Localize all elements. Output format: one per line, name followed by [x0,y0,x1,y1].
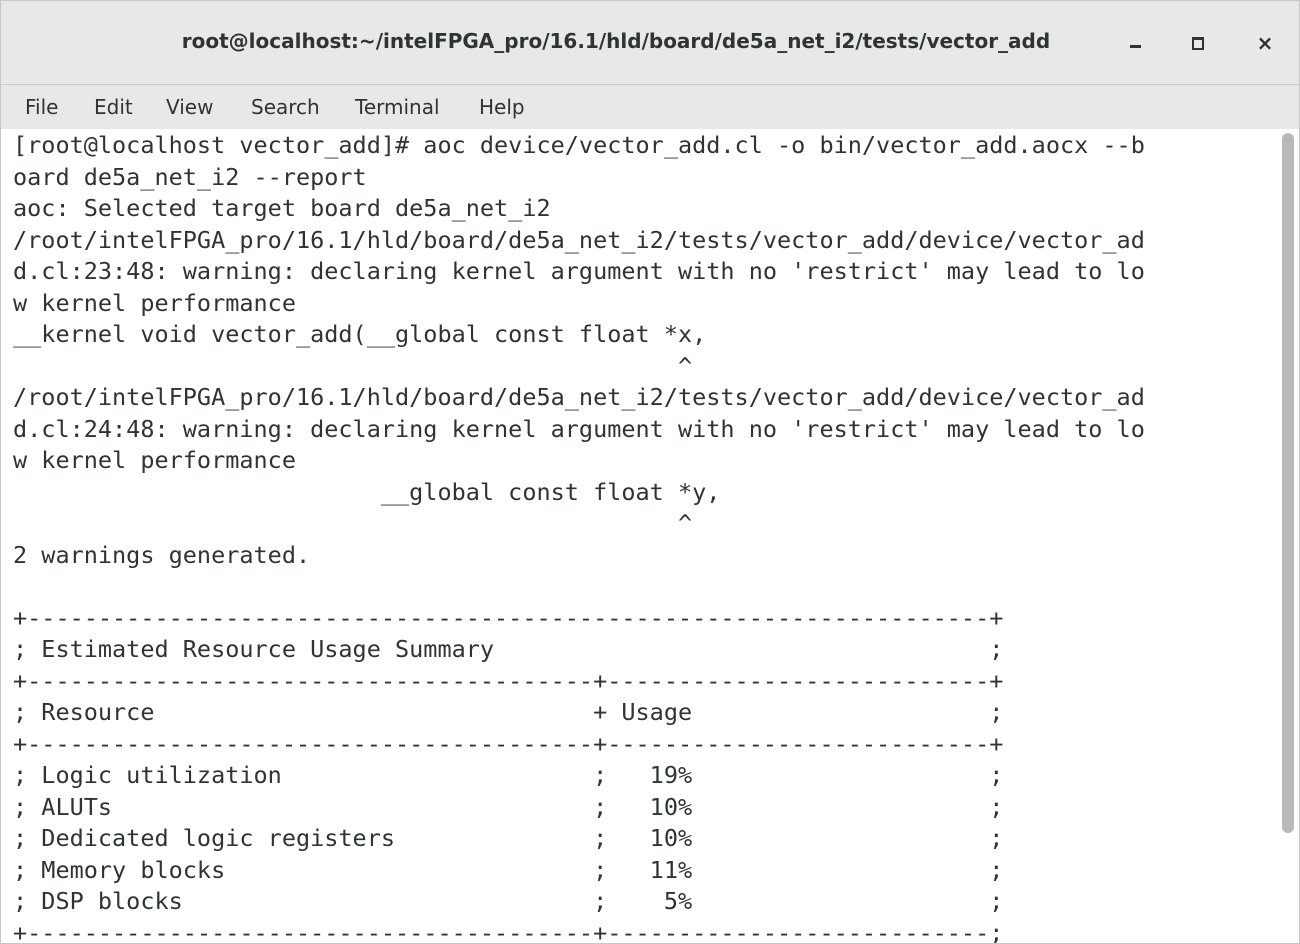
close-button[interactable]: × [1250,28,1280,58]
menu-item-help[interactable]: Help [479,89,525,125]
maximize-icon [1192,37,1204,50]
menu-bar: File Edit View Search Terminal Help [1,85,1299,129]
terminal-line: 2 warnings generated. [13,540,311,569]
terminal-line: /root/intelFPGA_pro/16.1/hld/board/de5a_… [13,383,1145,411]
terminal-line: d.cl:24:48: warning: declaring kernel ar… [13,414,1145,443]
terminal-line: +---------------------------------------… [13,603,1004,632]
terminal-line: ; DSP blocks ; 5% ; [13,887,1004,915]
close-icon: × [1256,31,1274,55]
menu-item-terminal[interactable]: Terminal [355,89,440,125]
terminal-line: oard de5a_net_i2 --report [13,162,367,191]
minimize-button[interactable] [1120,28,1150,58]
terminal-window: root@localhost:~/intelFPGA_pro/16.1/hld/… [0,0,1300,944]
menu-item-search[interactable]: Search [251,89,320,125]
terminal-line: __kernel void vector_add(__global const … [13,320,707,348]
terminal-line: w kernel performance [13,446,296,474]
terminal-line: +---------------------------------------… [13,918,1004,944]
maximize-button[interactable] [1183,28,1213,58]
terminal-line: __global const float *y, [13,477,721,506]
terminal-output[interactable]: [root@localhost vector_add]# aoc device/… [1,129,1279,944]
terminal-line: +---------------------------------------… [13,729,1004,758]
menu-item-edit[interactable]: Edit [94,89,133,125]
terminal-line: aoc: Selected target board de5a_net_i2 [13,194,551,222]
terminal-line: [root@localhost vector_add]# aoc device/… [13,131,1145,159]
terminal-line: /root/intelFPGA_pro/16.1/hld/board/de5a_… [13,225,1145,254]
terminal-line: ; Resource + Usage ; [13,698,1004,726]
terminal-line: w kernel performance [13,288,296,317]
window-title: root@localhost:~/intelFPGA_pro/16.1/hld/… [181,29,1051,53]
menu-item-view[interactable]: View [166,89,213,125]
terminal-line: d.cl:23:48: warning: declaring kernel ar… [13,257,1145,285]
terminal-line: ; ALUTs ; 10% ; [13,792,1004,821]
terminal-text: [root@localhost vector_add]# aoc device/… [13,130,1145,944]
menu-item-file[interactable]: File [25,89,58,125]
vertical-scrollbar[interactable] [1279,129,1299,943]
terminal-line: ; Dedicated logic registers ; 10% ; [13,824,1004,852]
terminal-line: ^ [13,351,693,380]
terminal-line: ; Estimated Resource Usage Summary ; [13,635,1004,663]
terminal-line: +---------------------------------------… [13,666,1004,695]
terminal-line: ; Memory blocks ; 11% ; [13,855,1004,884]
terminal-line: ^ [13,509,693,537]
minimize-icon [1130,45,1141,48]
terminal-line: ; Logic utilization ; 19% ; [13,761,1004,789]
title-bar[interactable]: root@localhost:~/intelFPGA_pro/16.1/hld/… [1,1,1299,85]
scrollbar-thumb[interactable] [1282,133,1294,833]
